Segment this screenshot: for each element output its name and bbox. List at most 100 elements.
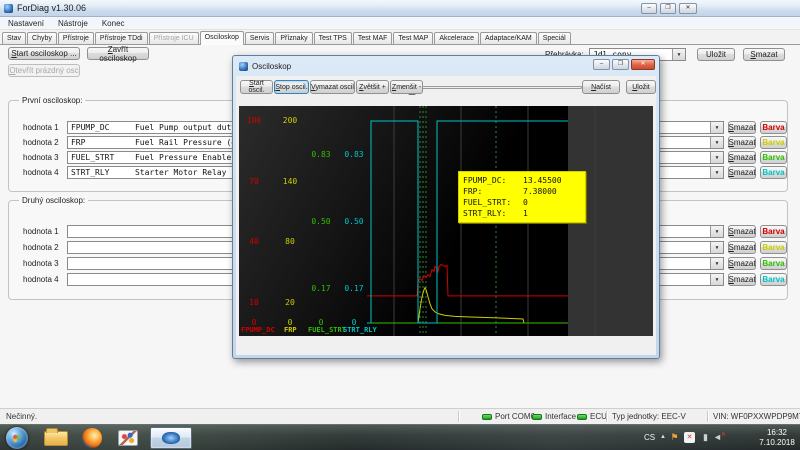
chevron-down-icon[interactable]: ▼ [710,167,723,178]
tab-stav[interactable]: Stav [2,32,26,44]
tab-priznaky[interactable]: Příznaky [275,32,312,44]
value-label: hodnota 3 [23,153,63,162]
smazat-button[interactable]: Smazat [743,48,785,61]
osc-start-oscil-button[interactable]: Start oscil. [240,80,273,94]
group1-value-1-color-button[interactable]: Barva [760,121,787,134]
window-title: ForDiag v1.30.06 [17,3,86,13]
timebase-slider[interactable] [406,80,582,95]
osc-maximize-button[interactable]: ❐ [612,59,629,70]
alert-icon[interactable]: ✕ [684,432,695,443]
volume-muted-icon[interactable]: ◄✕ [712,432,723,443]
tick-FRP-20: 20 [270,298,310,307]
channel-name-STRT_RLY: STRT_RLY [343,326,377,334]
osc-minimize-button[interactable]: – [593,59,610,70]
tab-chyby[interactable]: Chyby [27,32,57,44]
tab-pristroje-icu[interactable]: Přístroje ICU [149,32,199,44]
tray-expand-icon[interactable]: ▲ [660,434,666,440]
value-label: hodnota 4 [23,168,63,177]
channel-name-FRP: FRP [284,326,297,334]
restore-button[interactable]: ❐ [660,3,676,14]
close-button[interactable]: ✕ [679,3,697,14]
zavrit-osciloskop-button[interactable]: Zavřít osciloskop [87,47,149,60]
menu-nastaveni[interactable]: Nastavení [8,19,44,28]
interface-led [532,414,542,420]
chevron-down-icon[interactable]: ▼ [710,242,723,253]
language-indicator[interactable]: CS [644,433,655,442]
value-tooltip: FPUMP_DC:13.45500FRP:7.38000FUEL_STRT:0S… [458,171,586,223]
group1-value-4-delete-button[interactable]: Smazat [728,166,756,179]
group1-value-4-color-button[interactable]: Barva [760,166,787,179]
group2-value-3-color-button[interactable]: Barva [760,257,787,270]
group2-value-3-delete-button[interactable]: Smazat [728,257,756,270]
chevron-down-icon[interactable]: ▼ [710,152,723,163]
chevron-down-icon[interactable]: ▼ [672,49,685,60]
menu-konec[interactable]: Konec [102,19,125,28]
tick-STRT_RLY-0.17: 0.17 [334,284,374,293]
group2-value-1-delete-button[interactable]: Smazat [728,225,756,238]
tooltip-value: 7.38000 [523,186,581,197]
vin-label: VIN: WF0PXXWPDP9M7840 [713,412,800,421]
group2-value-2-delete-button[interactable]: Smazat [728,241,756,254]
group2-value-4-delete-button[interactable]: Smazat [728,273,756,286]
group1-value-3-delete-button[interactable]: Smazat [728,151,756,164]
otevrit-prazdny-osc-button[interactable]: Otevřít prázdný osc [8,64,80,77]
screen: ForDiag v1.30.06 – ❐ ✕ Nastavení Nástroj… [0,0,800,450]
paint-icon[interactable] [118,430,138,446]
value-label: hodnota 1 [23,123,63,132]
osc-ulozit-button[interactable]: Uložit [626,80,656,94]
firefox-icon[interactable] [82,428,102,448]
slider-track[interactable] [406,86,582,89]
taskbar-clock[interactable]: 16:32 7.10.2018 [758,428,796,448]
value-label: hodnota 1 [23,227,63,236]
group1-value-3-color-button[interactable]: Barva [760,151,787,164]
tick-FRP-80: 80 [270,237,310,246]
chevron-down-icon[interactable]: ▼ [710,226,723,237]
tab-pristroje[interactable]: Přístroje [58,32,94,44]
group1-value-1-delete-button[interactable]: Smazat [728,121,756,134]
osc-vymazat-oscil-button[interactable]: Vymazat oscil [310,80,355,94]
channel-name-FPUMP_DC: FPUMP_DC [241,326,275,334]
pid-code: FRP [71,138,135,147]
tab-test-map[interactable]: Test MAP [393,32,433,44]
tab-akcelerace[interactable]: Akcelerace [434,32,479,44]
tab-special[interactable]: Speciál [538,32,571,44]
tick-FPUMP_DC-40: 40 [239,237,274,246]
nacist-button[interactable]: Načíst [582,80,620,94]
chevron-down-icon[interactable]: ▼ [710,122,723,133]
osciloskop-window: Osciloskop – ❐ ✕ Načíst Uložit Start osc… [232,55,660,359]
tab-test-maf[interactable]: Test MAF [353,32,393,44]
group-title: Druhý osciloskop: [19,196,88,205]
explorer-icon[interactable] [44,431,68,446]
fordiag-taskbar-button[interactable] [150,427,192,449]
osc-stop-oscil-button[interactable]: Stop oscil. [274,80,309,94]
group2-value-1-color-button[interactable]: Barva [760,225,787,238]
tab-osciloskop[interactable]: Osciloskop [200,31,244,45]
osc-zv-t-it-button[interactable]: Zvětšit + [356,80,389,94]
menu-nastroje[interactable]: Nástroje [58,19,88,28]
device-icon[interactable]: ▮ [700,432,711,443]
action-center-flag-icon[interactable]: ⚑ [669,432,680,443]
group1-value-2-color-button[interactable]: Barva [760,136,787,149]
chevron-down-icon[interactable]: ▼ [710,258,723,269]
group1-value-2-delete-button[interactable]: Smazat [728,136,756,149]
ecu-led [577,414,587,420]
start-osciloskop-button[interactable]: Start osciloskop ... [8,47,80,60]
tooltip-key: FPUMP_DC: [463,175,523,186]
chevron-down-icon[interactable]: ▼ [710,137,723,148]
tab-pristroje-tddi[interactable]: Přístroje TDdi [95,32,148,44]
chevron-down-icon[interactable]: ▼ [710,274,723,285]
tab-test-tps[interactable]: Test TPS [314,32,352,44]
tooltip-key: FRP: [463,186,523,197]
start-button[interactable] [6,427,28,449]
osc-zmen-it-button[interactable]: Zmenšit - [390,80,423,94]
osc-window-body: Načíst Uložit Start oscil.Stop oscil.Vym… [236,76,656,355]
tab-adaptace-kam[interactable]: Adaptace/KAM [480,32,537,44]
tab-servis[interactable]: Servis [245,32,274,44]
group2-value-2-color-button[interactable]: Barva [760,241,787,254]
osc-close-button[interactable]: ✕ [631,59,655,70]
minimize-button[interactable]: – [641,3,657,14]
oscilloscope-plot[interactable]: 1007040100FPUMP_DC20014080200FRP0.830.50… [239,106,653,336]
group2-value-4-color-button[interactable]: Barva [760,273,787,286]
ulozit-button[interactable]: Uložit [697,48,735,61]
status-separator [606,411,607,422]
